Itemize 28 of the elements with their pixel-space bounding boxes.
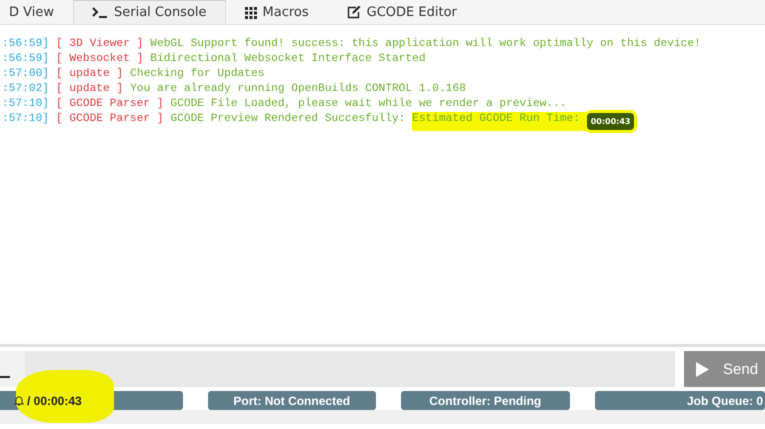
tab[interactable]: D View: [0, 0, 73, 24]
timestamp: :57:02]: [2, 82, 49, 97]
log-source: [ GCODE Parser ]: [56, 97, 164, 112]
timestamp: :56:59]: [2, 52, 49, 67]
log-source: [ update ]: [56, 82, 124, 97]
tab[interactable]: GCODE Editor: [328, 0, 476, 24]
log-message: Checking for Updates: [130, 67, 264, 82]
timestamp: :57:10]: [2, 97, 49, 112]
status-text: Job Queue: 0: [686, 394, 763, 408]
log-source: [ update ]: [56, 67, 124, 82]
log-source: [ GCODE Parser ]: [56, 112, 164, 127]
tab[interactable]: Serial Console: [73, 0, 226, 24]
tab[interactable]: Macros: [226, 0, 328, 24]
log-source: [ 3D Viewer ]: [56, 37, 144, 52]
log-message: WebGL Support found! success: this application will work optimally on this device!: [150, 37, 701, 52]
status-text: Controller: Pending: [429, 394, 542, 408]
status-text: Port: Not Connected: [233, 394, 350, 408]
timestamp: :56:59]: [2, 37, 49, 52]
log-source: [ Websocket ]: [56, 52, 144, 67]
log-message: GCODE File Loaded, please wait while we render a preview...: [170, 97, 567, 112]
log-message: You are already running OpenBuilds CONTROL 1.0.168: [130, 82, 466, 97]
log-message: Bidirectional Websocket Interface Started: [150, 52, 426, 67]
status-text: / 00:00:43: [27, 394, 82, 408]
timestamp: :57:00]: [2, 67, 49, 82]
time-badge: 00:00:43: [586, 113, 634, 130]
highlighted-text: Estimated GCODE Run Time:: [412, 112, 587, 131]
log-message: GCODE Preview Rendered Succesfully:: [170, 112, 406, 127]
timestamp: :57:10]: [2, 112, 49, 127]
